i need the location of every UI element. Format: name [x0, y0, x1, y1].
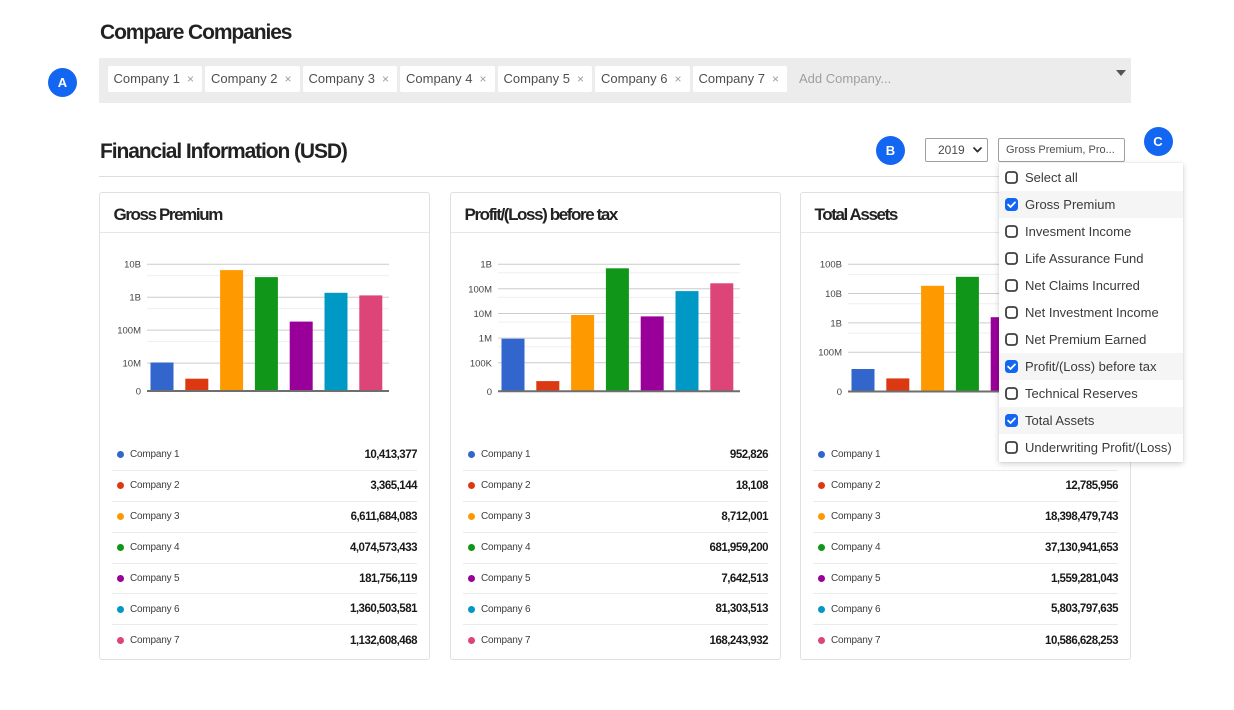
svg-text:0: 0 [136, 387, 141, 398]
svg-text:10B: 10B [825, 289, 842, 300]
svg-text:100B: 100B [820, 260, 842, 271]
svg-text:1B: 1B [129, 293, 141, 304]
svg-text:10M: 10M [123, 359, 142, 370]
svg-text:100M: 100M [818, 348, 842, 359]
svg-text:0: 0 [487, 387, 492, 398]
svg-text:100M: 100M [468, 284, 492, 295]
svg-text:0: 0 [837, 387, 842, 398]
svg-text:10M: 10M [474, 309, 493, 320]
svg-text:100M: 100M [117, 326, 141, 337]
svg-text:1B: 1B [480, 260, 492, 271]
svg-text:10B: 10B [124, 260, 141, 271]
svg-text:100K: 100K [470, 358, 493, 369]
svg-text:1M: 1M [479, 334, 492, 345]
svg-text:1B: 1B [830, 318, 842, 329]
